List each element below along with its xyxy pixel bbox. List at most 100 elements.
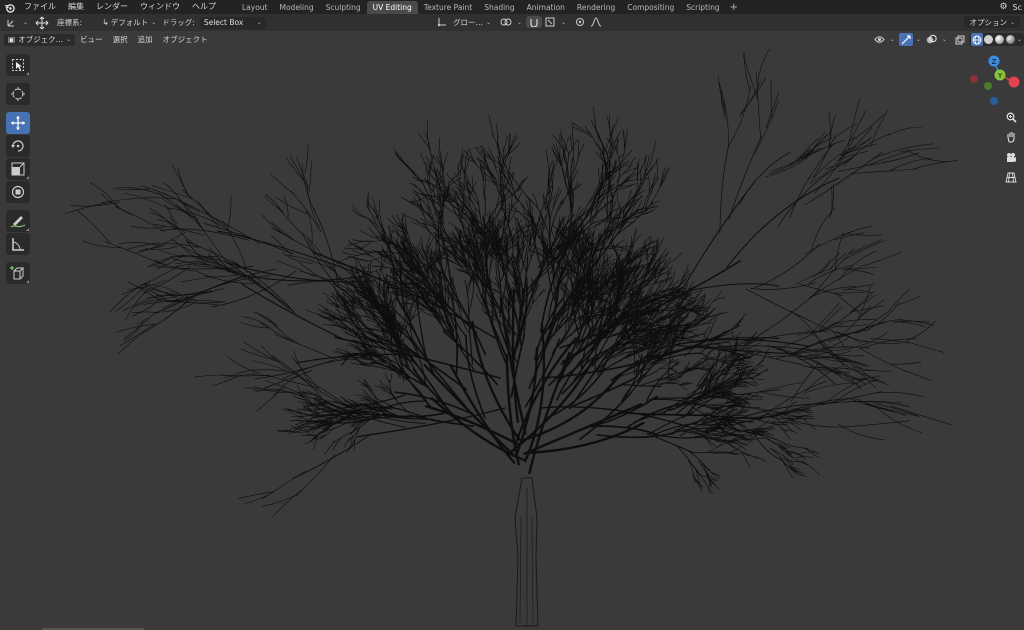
top-bar: ファイル 編集 レンダー ウィンドウ ヘルプ Layout Modeling S… [0,0,1024,14]
chevron-down-icon: ⌄ [1009,18,1015,26]
falloff-icon[interactable] [588,16,604,28]
scene-selector: ⚙ Sc [997,0,1024,14]
scene-name[interactable]: Sc [1011,3,1024,12]
chevron-down-icon[interactable]: ⌄ [942,36,947,43]
tool-variants-indicator [26,72,29,75]
object-mode-icon: ▣ [8,35,16,44]
menu-help[interactable]: ヘルプ [186,0,222,14]
orientation-label: 座標系: [57,18,83,27]
measure-icon [12,238,24,251]
move-tool[interactable] [6,112,30,134]
select-box-icon [12,59,24,71]
options-dropdown[interactable]: オプション ⌄ [964,16,1020,28]
main-menu: ファイル 編集 レンダー ウィンドウ ヘルプ [18,0,222,14]
drag-value: Select Box [203,18,244,27]
drag-label: ドラッグ: [162,18,195,27]
move-icon[interactable] [34,16,50,29]
menu-edit[interactable]: 編集 [62,0,90,14]
tool-variants-indicator [26,280,29,283]
annotate-icon [10,216,26,228]
blender-logo-icon[interactable] [0,0,18,14]
gizmo-x-axis[interactable] [1008,76,1020,88]
gizmo-y-label: Y [997,72,1003,80]
rotate-icon [11,140,24,152]
transform-orientation-icon[interactable] [434,16,450,28]
tab-uv-editing[interactable]: UV Editing [366,0,418,14]
scale-icon [11,162,25,176]
chevron-down-icon[interactable]: ⌄ [890,36,895,43]
gizmo-neg-y[interactable] [984,82,992,90]
tab-rendering[interactable]: Rendering [571,1,621,14]
select-box-tool[interactable] [6,54,30,76]
tab-layout[interactable]: Layout [236,1,274,14]
transform-orientation-dropdown[interactable]: グロー… ⌄ [450,17,494,28]
visibility-icon[interactable] [873,33,887,46]
viewport-header: ▣ オブジェク… ⌄ ビュー 選択 追加 オブジェクト ⌄ ⌄ ⌄ ⌄ [0,31,1024,48]
gizmo-neg-z[interactable] [990,97,998,105]
chevron-down-icon[interactable]: ⌄ [561,19,566,26]
annotate-tool[interactable] [6,210,30,232]
gizmo-toggle-icon[interactable] [898,33,913,46]
drag-dropdown[interactable]: Select Box ⌄ [199,16,266,29]
transform-tool[interactable] [6,181,30,203]
navigation-gizmo[interactable]: Y Z [966,54,1022,110]
chevron-down-icon[interactable]: ⌄ [517,19,522,26]
snap-target-icon[interactable] [542,16,558,28]
measure-tool[interactable] [6,233,30,255]
chevron-down-icon[interactable]: ⌄ [23,19,28,26]
tab-compositing[interactable]: Compositing [621,1,680,14]
menu-file[interactable]: ファイル [18,0,62,14]
active-tool-icon[interactable] [4,17,20,29]
interaction-mode-dropdown[interactable]: ▣ オブジェク… ⌄ [4,33,76,46]
tool-shelf [6,54,32,285]
pivot-icon: ↳ [102,18,109,27]
navigation-buttons [1002,108,1022,188]
gizmo-neg-x[interactable] [970,75,978,83]
tab-sculpting[interactable]: Sculpting [320,1,367,14]
wireframe-shading-icon[interactable] [970,33,983,46]
tab-shading[interactable]: Shading [478,1,520,14]
chevron-down-icon[interactable]: ⌄ [916,36,921,43]
solid-shading-icon[interactable] [983,35,993,44]
rendered-shading-icon[interactable] [1005,35,1015,44]
pan-hand-icon[interactable] [1002,128,1020,146]
viewport-menu: ▣ オブジェク… ⌄ ビュー 選択 追加 オブジェクト [4,33,213,46]
add-cube-tool[interactable] [6,262,30,284]
scene-icon[interactable]: ⚙ [997,2,1011,12]
snap-icon[interactable] [526,16,543,28]
zoom-icon[interactable] [1002,108,1020,126]
tab-scripting[interactable]: Scripting [680,1,725,14]
add-workspace-button[interactable]: + [726,2,742,13]
overlays-icon[interactable] [925,33,939,46]
orientation-dropdown[interactable]: ↳ デフォルト ⌄ [99,17,159,28]
move-icon [11,116,25,130]
proportional-editing-icon[interactable] [572,16,588,28]
perspective-grid-icon[interactable] [1002,168,1020,186]
menu-window[interactable]: ウィンドウ [134,0,186,14]
xray-toggle-icon[interactable] [953,33,967,46]
gizmo-z-label: Z [992,58,997,66]
cursor-tool[interactable] [6,83,30,105]
material-preview-icon[interactable] [994,35,1004,44]
pivot-point-icon[interactable] [498,16,514,28]
viewport-display-controls: ⌄ ⌄ ⌄ ⌄ [873,31,1024,48]
chevron-down-icon: ⌄ [66,36,72,43]
tool-variants-indicator [26,176,29,179]
orientation-value: デフォルト [110,18,149,27]
tab-modeling[interactable]: Modeling [274,1,320,14]
tree-wireframe-mesh[interactable] [0,48,1024,630]
camera-view-icon[interactable] [1002,148,1020,166]
scale-tool[interactable] [6,158,30,180]
tab-animation[interactable]: Animation [521,1,571,14]
menu-render[interactable]: レンダー [90,0,134,14]
tool-settings-header: ⌄ 座標系: ↳ デフォルト ⌄ ドラッグ: Select Box ⌄ グロー…… [0,14,1024,31]
rotate-tool[interactable] [6,135,30,157]
chevron-down-icon[interactable]: ⌄ [1017,36,1022,43]
menu-add[interactable]: 追加 [133,34,158,45]
menu-object[interactable]: オブジェクト [158,34,213,45]
menu-view[interactable]: ビュー [75,34,108,45]
tool-variants-indicator [26,228,29,231]
transform-controls: グロー… ⌄ ⌄ ⌄ [434,16,604,28]
tab-texture-paint[interactable]: Texture Paint [418,1,478,14]
menu-select[interactable]: 選択 [108,34,133,45]
